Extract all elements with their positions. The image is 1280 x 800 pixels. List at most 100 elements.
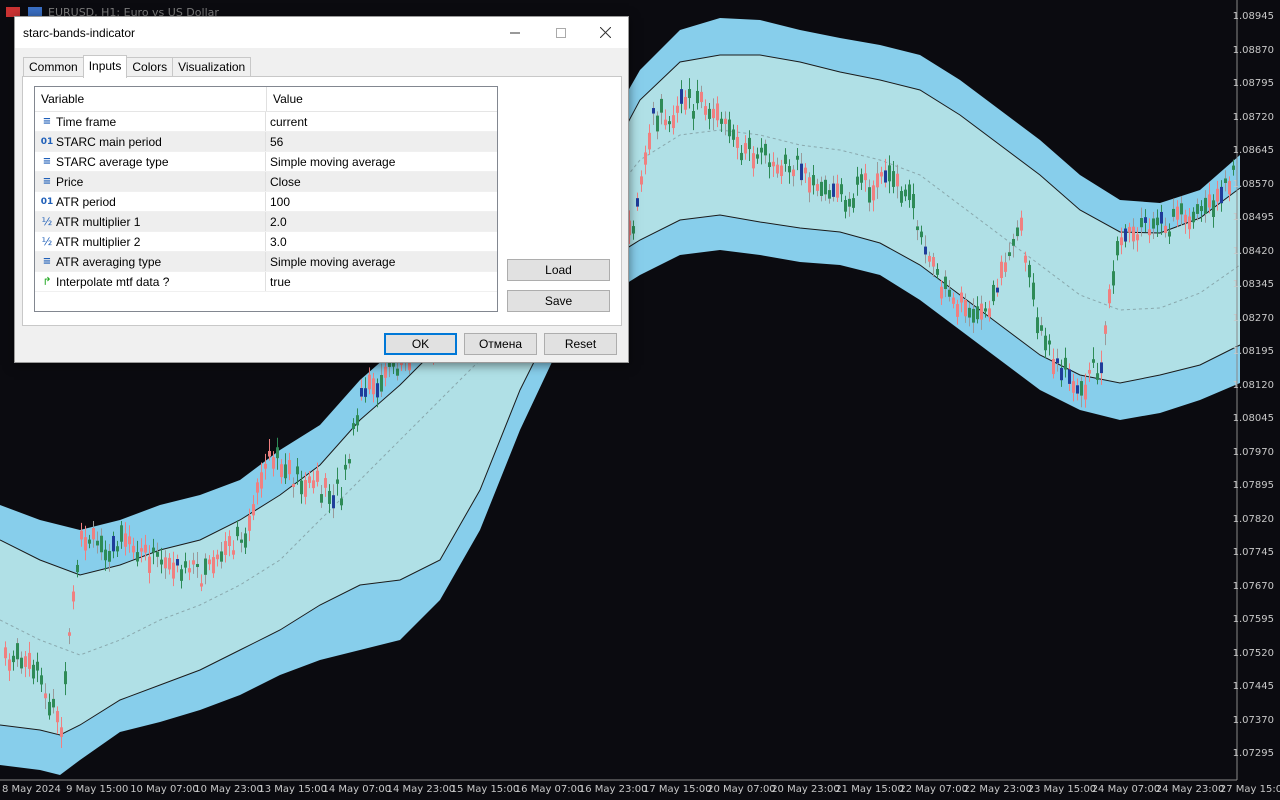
maximize-button[interactable] (538, 17, 584, 48)
minimize-button[interactable] (492, 17, 538, 48)
time-tick-label: 14 May 23:00 (386, 784, 456, 795)
price-tick-label: 1.08120 (1232, 379, 1274, 391)
price-tick-label: 1.08570 (1232, 178, 1274, 190)
minimize-icon (510, 32, 520, 33)
candle-body (1160, 211, 1163, 224)
candle-body (780, 165, 783, 177)
candle-body (1044, 335, 1047, 351)
candle-body (312, 480, 315, 489)
candle-body (1184, 214, 1187, 223)
table-row[interactable]: ≡ Price Close (35, 172, 497, 192)
value-cell[interactable]: current (266, 112, 497, 131)
value-cell[interactable]: Simple moving average (266, 252, 497, 271)
table-row[interactable]: 01 STARC main period 56 (35, 132, 497, 152)
candle-body (788, 166, 791, 173)
candle-body (20, 657, 23, 669)
variable-cell: ↱ Interpolate mtf data ? (35, 272, 266, 291)
column-variable[interactable]: Variable (35, 87, 267, 111)
candle-body (164, 557, 167, 569)
candle-body (704, 106, 707, 115)
inputs-grid[interactable]: Variable Value ≡ Time frame current 01 STARC… (34, 86, 498, 312)
value-cell[interactable]: Simple moving average (266, 152, 497, 171)
table-row[interactable]: ≡ Time frame current (35, 112, 497, 132)
candle-body (144, 544, 147, 553)
candle-body (776, 164, 779, 174)
candle-body (924, 246, 927, 255)
candle-body (224, 541, 227, 556)
variable-cell: ½ ATR multiplier 2 (35, 232, 266, 251)
variable-name: ATR multiplier 1 (56, 214, 141, 229)
candle-body (92, 528, 95, 540)
candle-body (928, 255, 931, 262)
candle-body (1000, 261, 1003, 279)
candle-body (8, 659, 11, 671)
candle-body (992, 284, 995, 302)
candle-body (820, 181, 823, 196)
value-cell[interactable]: true (266, 272, 497, 291)
load-button[interactable]: Load (507, 259, 610, 281)
candle-body (952, 297, 955, 304)
save-button[interactable]: Save (507, 290, 610, 312)
table-row[interactable]: ↱ Interpolate mtf data ? true (35, 272, 497, 292)
ok-button[interactable]: OK (384, 333, 457, 355)
candle-body (1112, 271, 1115, 286)
price-tick-label: 1.08795 (1232, 78, 1274, 89)
candle-body (1076, 385, 1079, 394)
reset-button[interactable]: Reset (544, 333, 617, 355)
tab-inputs[interactable]: Inputs (82, 55, 128, 78)
candle-body (276, 447, 279, 459)
tab-common[interactable]: Common (23, 57, 84, 77)
close-button[interactable] (582, 17, 628, 48)
candle-body (84, 537, 87, 551)
variable-name: ATR period (56, 194, 116, 209)
candle-body (120, 525, 123, 542)
candle-body (1140, 218, 1143, 228)
enum-icon: ≡ (42, 156, 52, 167)
candle-body (972, 308, 975, 323)
candle-body (668, 121, 671, 125)
column-value[interactable]: Value (267, 87, 303, 111)
table-row[interactable]: ½ ATR multiplier 1 2.0 (35, 212, 497, 232)
candle-body (868, 187, 871, 203)
time-tick-label: 27 May 15:00 (1219, 784, 1280, 795)
table-row[interactable]: ½ ATR multiplier 2 3.0 (35, 232, 497, 252)
time-tick-label: 21 May 15:00 (835, 784, 904, 795)
candle-body (208, 559, 211, 565)
dialog-title: starc-bands-indicator (23, 26, 136, 40)
candle-body (192, 560, 195, 565)
value-cell[interactable]: 2.0 (266, 212, 497, 231)
candle-body (396, 368, 399, 376)
price-tick-label: 1.07745 (1232, 547, 1274, 558)
variable-cell: ≡ STARC average type (35, 152, 266, 171)
candle-body (856, 176, 859, 185)
table-row[interactable]: 01 ATR period 100 (35, 192, 497, 212)
value-cell[interactable]: Close (266, 172, 497, 191)
price-tick-label: 1.08420 (1232, 245, 1274, 257)
value-cell[interactable]: 3.0 (266, 232, 497, 251)
candle-body (1080, 381, 1083, 396)
cancel-button[interactable]: Отмена (464, 333, 537, 355)
candle-body (128, 536, 131, 545)
candle-body (644, 152, 647, 165)
dialog-titlebar[interactable]: starc-bands-indicator (15, 17, 628, 48)
candle-body (32, 664, 35, 679)
candle-body (1008, 252, 1011, 257)
value-cell[interactable]: 56 (266, 132, 497, 151)
candle-body (808, 177, 811, 193)
candle-body (1180, 203, 1183, 215)
table-row[interactable]: ≡ STARC average type Simple moving average (35, 152, 497, 172)
candle-body (1020, 217, 1023, 231)
tab-visualization[interactable]: Visualization (172, 57, 252, 77)
table-row[interactable]: ≡ ATR averaging type Simple moving average (35, 252, 497, 272)
candle-body (1040, 325, 1043, 331)
candle-body (68, 632, 71, 636)
value-cell[interactable]: 100 (266, 192, 497, 211)
candle-body (1136, 234, 1139, 241)
tab-colors[interactable]: Colors (126, 57, 174, 77)
candle-body (916, 226, 919, 231)
candle-body (904, 189, 907, 197)
candle-body (88, 539, 91, 544)
close-icon (599, 27, 611, 38)
candle-body (936, 268, 939, 275)
candle-body (100, 535, 103, 553)
